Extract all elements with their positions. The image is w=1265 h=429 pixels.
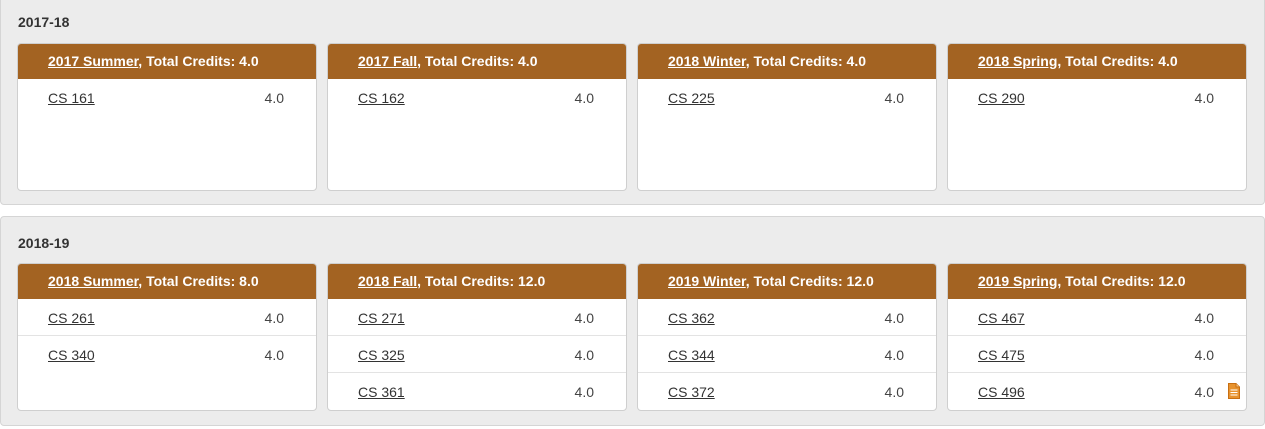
course-credits: 4.0: [574, 90, 594, 106]
course-credits: 4.0: [884, 310, 904, 326]
course-row: CS 475 4.0: [948, 336, 1246, 373]
course-link[interactable]: CS 225: [668, 90, 715, 106]
term-total-credits: , Total Credits: 12.0: [417, 273, 546, 289]
course-credits: 4.0: [574, 347, 594, 363]
course-link[interactable]: CS 467: [978, 310, 1025, 326]
term-link[interactable]: 2019 Winter: [668, 273, 746, 289]
term-total-credits: , Total Credits: 8.0: [138, 273, 259, 289]
course-row: CS 271 4.0: [328, 299, 626, 336]
course-row: CS 340 4.0: [18, 336, 316, 373]
academic-year-2017-18: 2017-18 2017 Summer, Total Credits: 4.0 …: [0, 0, 1265, 205]
course-credits: 4.0: [884, 347, 904, 363]
course-credits: 4.0: [884, 384, 904, 400]
term-card-2017-summer: 2017 Summer, Total Credits: 4.0 CS 161 4.…: [17, 43, 317, 191]
course-row: CS 344 4.0: [638, 336, 936, 373]
course-credits: 4.0: [264, 310, 284, 326]
course-link[interactable]: CS 162: [358, 90, 405, 106]
course-credits: 4.0: [884, 90, 904, 106]
term-link[interactable]: 2017 Summer: [48, 53, 138, 69]
course-link[interactable]: CS 161: [48, 90, 95, 106]
course-row: CS 372 4.0: [638, 373, 936, 410]
course-credits: 4.0: [1194, 347, 1214, 363]
term-total-credits: , Total Credits: 4.0: [138, 53, 259, 69]
term-total-credits: , Total Credits: 12.0: [1057, 273, 1186, 289]
course-credits: 4.0: [1194, 90, 1214, 106]
academic-year-2018-19: 2018-19 2018 Summer, Total Credits: 8.0 …: [0, 216, 1265, 426]
course-link[interactable]: CS 496: [978, 384, 1025, 400]
term-header: 2018 Summer, Total Credits: 8.0: [18, 264, 316, 299]
course-link[interactable]: CS 325: [358, 347, 405, 363]
term-header: 2017 Fall, Total Credits: 4.0: [328, 44, 626, 79]
course-link[interactable]: CS 290: [978, 90, 1025, 106]
term-card-2019-winter: 2019 Winter, Total Credits: 12.0 CS 362 4…: [637, 263, 937, 411]
course-row: CS 290 4.0: [948, 79, 1246, 116]
course-credits: 4.0: [574, 384, 594, 400]
term-total-credits: , Total Credits: 4.0: [1057, 53, 1178, 69]
term-link[interactable]: 2019 Spring: [978, 273, 1057, 289]
term-card-2018-summer: 2018 Summer, Total Credits: 8.0 CS 261 4.…: [17, 263, 317, 411]
term-header: 2018 Winter, Total Credits: 4.0: [638, 44, 936, 79]
year-title: 2017-18: [18, 14, 70, 30]
term-total-credits: , Total Credits: 4.0: [745, 53, 867, 69]
term-header: 2019 Spring, Total Credits: 12.0: [948, 264, 1246, 299]
course-row: CS 467 4.0: [948, 299, 1246, 336]
term-total-credits: , Total Credits: 4.0: [417, 53, 538, 69]
course-row: CS 161 4.0: [18, 79, 316, 116]
course-row: CS 225 4.0: [638, 79, 936, 116]
term-header: 2018 Spring, Total Credits: 4.0: [948, 44, 1246, 79]
term-link[interactable]: 2018 Summer: [48, 273, 138, 289]
course-link[interactable]: CS 261: [48, 310, 95, 326]
course-credits: 4.0: [264, 347, 284, 363]
course-credits: 4.0: [1194, 384, 1214, 400]
term-link[interactable]: 2018 Spring: [978, 53, 1057, 69]
course-row: CS 261 4.0: [18, 299, 316, 336]
term-link[interactable]: 2017 Fall: [358, 53, 417, 69]
term-header: 2019 Winter, Total Credits: 12.0: [638, 264, 936, 299]
term-total-credits: , Total Credits: 12.0: [745, 273, 874, 289]
course-row: CS 162 4.0: [328, 79, 626, 116]
term-card-2018-winter: 2018 Winter, Total Credits: 4.0 CS 225 4.…: [637, 43, 937, 191]
course-credits: 4.0: [574, 310, 594, 326]
course-row: CS 325 4.0: [328, 336, 626, 373]
course-link[interactable]: CS 372: [668, 384, 715, 400]
course-link[interactable]: CS 475: [978, 347, 1025, 363]
course-link[interactable]: CS 344: [668, 347, 715, 363]
year-title: 2018-19: [18, 235, 70, 251]
term-card-2018-fall: 2018 Fall, Total Credits: 12.0 CS 271 4.0…: [327, 263, 627, 411]
term-header: 2018 Fall, Total Credits: 12.0: [328, 264, 626, 299]
term-card-2019-spring: 2019 Spring, Total Credits: 12.0 CS 467 4…: [947, 263, 1247, 411]
term-header: 2017 Summer, Total Credits: 4.0: [18, 44, 316, 79]
course-link[interactable]: CS 362: [668, 310, 715, 326]
course-link[interactable]: CS 271: [358, 310, 405, 326]
term-card-2018-spring: 2018 Spring, Total Credits: 4.0 CS 290 4.…: [947, 43, 1247, 191]
course-row: CS 362 4.0: [638, 299, 936, 336]
course-link[interactable]: CS 340: [48, 347, 95, 363]
course-link[interactable]: CS 361: [358, 384, 405, 400]
term-link[interactable]: 2018 Winter: [668, 53, 746, 69]
document-icon[interactable]: [1228, 383, 1240, 399]
term-card-2017-fall: 2017 Fall, Total Credits: 4.0 CS 162 4.0: [327, 43, 627, 191]
term-link[interactable]: 2018 Fall: [358, 273, 417, 289]
course-credits: 4.0: [1194, 310, 1214, 326]
course-row: CS 361 4.0: [328, 373, 626, 410]
course-row: CS 496 4.0: [948, 373, 1246, 410]
course-credits: 4.0: [264, 90, 284, 106]
